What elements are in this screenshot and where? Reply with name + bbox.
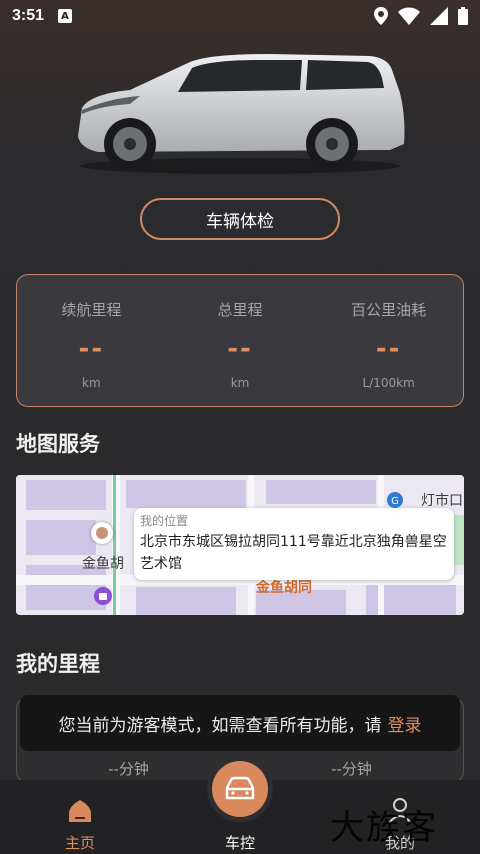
watermark: 大族客 (330, 808, 438, 848)
location-popup-title: 我的位置 (140, 514, 189, 528)
location-icon (374, 7, 388, 25)
my-location-marker (91, 522, 113, 544)
car-control-button[interactable] (207, 756, 273, 822)
map-view[interactable]: 灯市口 G 金鱼胡 金鱼胡同 我的位置 北京市东城区锡拉胡同111号靠近北京独角… (16, 475, 464, 615)
stat-label: 百公里油耗 (351, 301, 427, 319)
home-icon (69, 800, 91, 822)
stat-value: -- (227, 334, 253, 364)
signal-icon (430, 7, 448, 25)
location-popup-address: 北京市东城区锡拉胡同111号靠近北京独角兽星空艺术馆 (140, 534, 447, 572)
stat-unit: km (82, 376, 101, 390)
stat-value: -- (78, 334, 105, 364)
mileage-time: --分钟 (331, 760, 372, 778)
map-section-title: 地图服务 (16, 432, 100, 456)
guest-mode-toast: 您当前为游客模式，如需查看所有功能，请 登录 (20, 695, 460, 751)
wifi-icon (398, 7, 420, 25)
location-popup[interactable]: 我的位置 北京市东城区锡拉胡同111号靠近北京独角兽星空艺术馆 (134, 508, 454, 580)
stats-card: 续航里程 -- km 总里程 -- km 百公里油耗 -- L/100km (16, 274, 464, 407)
tab-control-label: 车控 (224, 834, 255, 852)
mileage-section-title: 我的里程 (16, 652, 100, 676)
shop-icon (94, 587, 112, 605)
stat-label: 总里程 (217, 301, 263, 319)
car-image (70, 48, 410, 178)
map-label-dengshikou: 灯市口 (421, 493, 463, 509)
tab-home[interactable]: 主页 (55, 796, 105, 853)
tab-control[interactable]: 车控 (210, 832, 270, 853)
battery-icon (458, 7, 468, 25)
mileage-time: --分钟 (108, 760, 149, 778)
stat-unit: L/100km (362, 376, 415, 390)
notification-icon: A (58, 9, 73, 23)
stat-value: -- (375, 334, 402, 364)
car-icon (225, 776, 255, 800)
toast-message: 您当前为游客模式，如需查看所有功能，请 (58, 715, 382, 736)
status-bar: 3:51 A (0, 0, 480, 32)
stat-total-mileage: 总里程 -- km (166, 275, 315, 406)
map-label-jinyuhu: 金鱼胡 (82, 556, 124, 572)
stat-unit: km (230, 376, 250, 390)
vehicle-check-button[interactable]: 车辆体检 (140, 198, 340, 240)
stat-fuel-consumption: 百公里油耗 -- L/100km (314, 275, 463, 406)
login-link[interactable]: 登录 (388, 711, 422, 736)
status-time: 3:51 (12, 7, 45, 24)
stat-range: 续航里程 -- km (17, 275, 166, 406)
stat-label: 续航里程 (61, 301, 122, 319)
svg-text:G: G (391, 496, 399, 507)
map-label-jinyuhutong: 金鱼胡同 (256, 580, 312, 596)
subway-icon: G (387, 492, 403, 508)
tab-home-label: 主页 (64, 834, 95, 852)
